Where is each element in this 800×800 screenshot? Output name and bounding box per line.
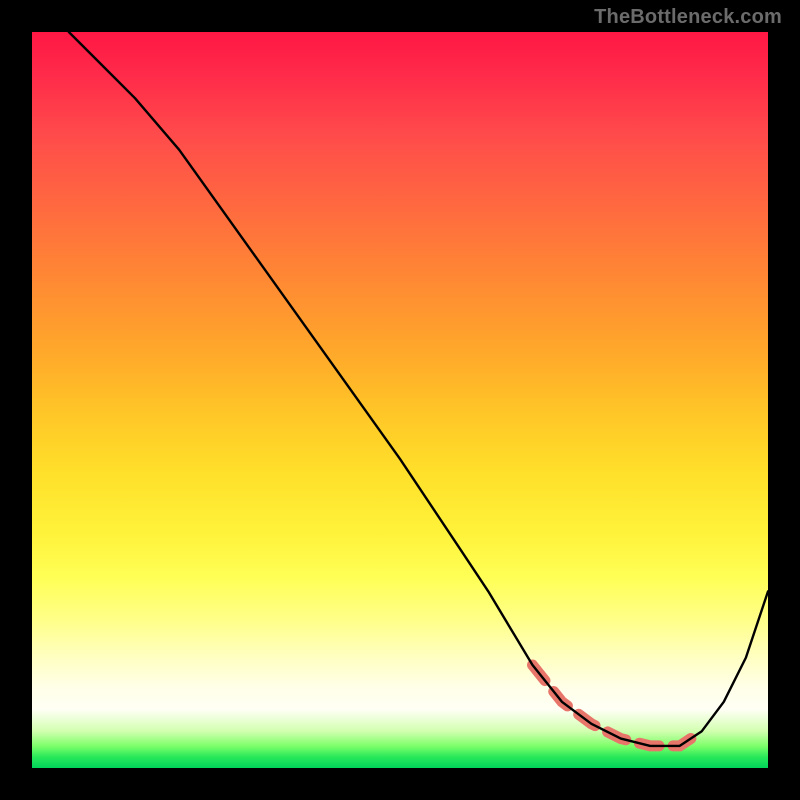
chart-stage: TheBottleneck.com: [0, 0, 800, 800]
chart-svg: [32, 32, 768, 768]
optimal-range-band: [533, 665, 702, 746]
plot-area: [32, 32, 768, 768]
bottleneck-curve: [69, 32, 768, 746]
watermark-text: TheBottleneck.com: [594, 6, 782, 29]
